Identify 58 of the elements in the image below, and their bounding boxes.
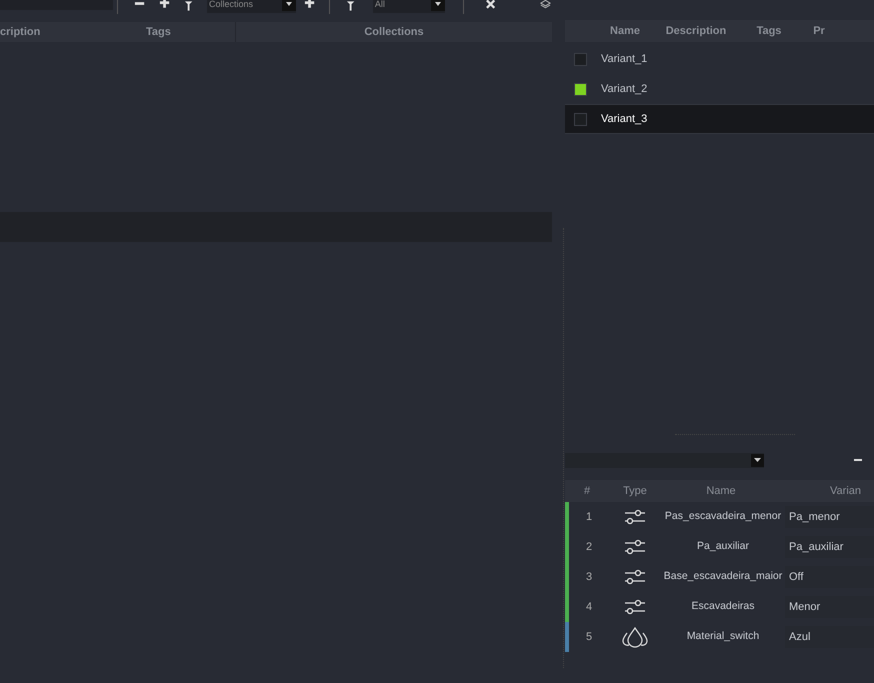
- minus-icon: [134, 0, 145, 8]
- switch-name: Escavadeiras: [690, 599, 756, 614]
- row-number: 1: [584, 510, 594, 525]
- switch-row[interactable]: 4 Escavadeiras Menor: [565, 592, 874, 622]
- variant-field[interactable]: Azul: [785, 626, 874, 648]
- variant-field[interactable]: Pa_menor: [785, 506, 874, 528]
- column-header[interactable]: Pr: [799, 22, 839, 40]
- column-header[interactable]: Collections: [236, 22, 552, 42]
- switch-name: Base_escavadeira_maior: [662, 569, 784, 584]
- switch-row[interactable]: 2 Pa_auxiliar Pa_auxiliar: [565, 532, 874, 562]
- column-header[interactable]: cription: [0, 22, 146, 42]
- row-number: 4: [584, 600, 594, 615]
- variant-name: Variant_2: [601, 82, 648, 97]
- row-number: 2: [584, 540, 594, 555]
- sliders-icon: [624, 599, 646, 615]
- column-header[interactable]: #: [565, 482, 609, 500]
- switch-row[interactable]: 1 Pas_escavadeira_menor Pa_menor: [565, 502, 874, 532]
- layers-icon: [539, 0, 552, 10]
- column-header[interactable]: Name: [597, 22, 653, 40]
- column-header[interactable]: Tags: [146, 22, 236, 42]
- filter-dropdown[interactable]: All: [372, 0, 445, 13]
- column-header[interactable]: Tags: [739, 22, 799, 40]
- variant-row[interactable]: Variant_2: [565, 74, 874, 104]
- variant-row[interactable]: Variant_3: [565, 104, 874, 134]
- collections-dropdown[interactable]: Collections: [206, 0, 296, 13]
- row-number: 3: [584, 570, 594, 585]
- dropdown[interactable]: [565, 453, 764, 468]
- switch-name: Pas_escavadeira_menor: [664, 509, 782, 524]
- variant-row[interactable]: Variant_1: [565, 44, 874, 74]
- drops-icon: [621, 626, 649, 648]
- plus-icon: [304, 0, 315, 10]
- variant-field[interactable]: Pa_auxiliar: [785, 536, 874, 558]
- close-icon: [486, 0, 496, 10]
- column-header[interactable]: Name: [661, 482, 781, 500]
- sliders-icon: [624, 539, 646, 555]
- switch-name: Pa_auxiliar: [696, 539, 750, 554]
- variant-field[interactable]: Menor: [785, 596, 874, 618]
- row-number: 5: [584, 630, 594, 645]
- column-header[interactable]: Varian: [781, 482, 861, 500]
- color-swatch[interactable]: [574, 82, 587, 96]
- dropdown-arrow-icon: [430, 0, 445, 11]
- filter-icon: [346, 1, 355, 11]
- dropdown-arrow-icon: [282, 0, 296, 11]
- sliders-icon: [624, 509, 646, 525]
- switch-name: Material_switch: [686, 629, 760, 644]
- variant-field[interactable]: Off: [785, 566, 874, 588]
- color-swatch[interactable]: [574, 52, 587, 66]
- column-header[interactable]: Type: [609, 482, 661, 500]
- sliders-icon: [624, 569, 646, 585]
- variant-name: Variant_3: [601, 112, 648, 127]
- switch-row[interactable]: 5 Material_switch Azul: [565, 622, 874, 652]
- variant-name: Variant_1: [601, 52, 648, 67]
- minus-icon: [854, 458, 862, 462]
- switch-row[interactable]: 3 Base_escavadeira_maior Off: [565, 562, 874, 592]
- column-header[interactable]: Description: [653, 22, 739, 40]
- color-swatch[interactable]: [574, 112, 587, 126]
- filter-icon: [184, 1, 193, 11]
- plus-icon: [158, 0, 170, 10]
